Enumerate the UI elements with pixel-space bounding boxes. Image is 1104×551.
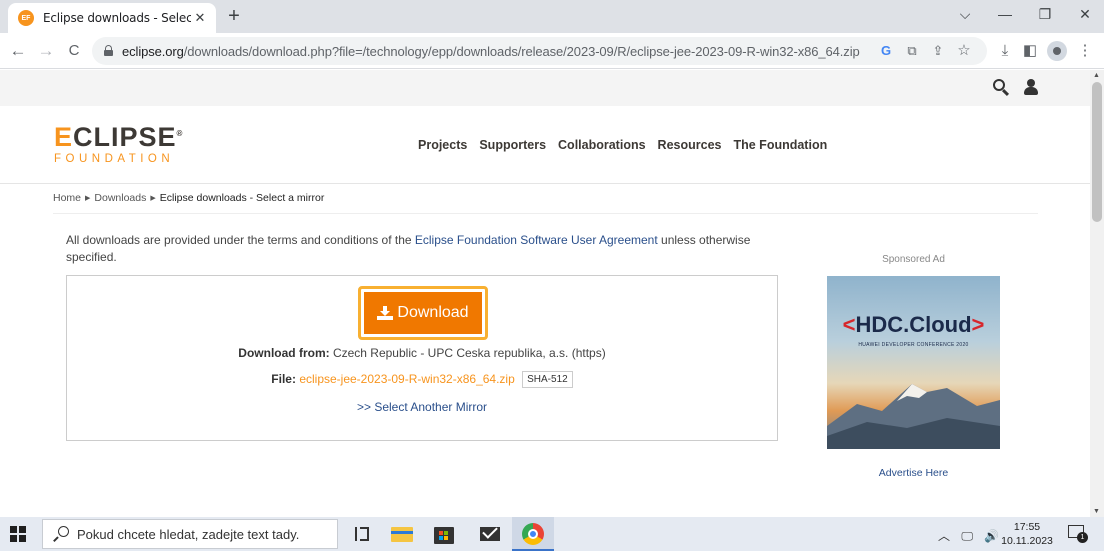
taskbar-clock[interactable]: 17:55 10.11.2023 [998, 520, 1056, 548]
breadcrumb-chevron-icon: ▶ [150, 195, 156, 202]
chrome-icon [522, 523, 544, 545]
file-explorer-icon[interactable] [390, 522, 414, 546]
nav-resources[interactable]: Resources [658, 138, 722, 152]
tab-close-icon[interactable]: ✕ [192, 10, 208, 26]
sponsored-ad-label: Sponsored Ad [882, 254, 945, 265]
scroll-up-arrow-icon[interactable]: ▲ [1093, 72, 1100, 79]
address-bar[interactable]: eclipse.org/downloads/download.php?file=… [92, 37, 987, 65]
restore-button[interactable]: ❐ [1030, 4, 1060, 24]
scrollbar-thumb[interactable] [1092, 82, 1102, 222]
microsoft-store-icon[interactable] [432, 522, 456, 546]
windows-start-icon[interactable] [10, 526, 26, 542]
task-view-icon[interactable] [350, 522, 374, 546]
share-icon[interactable]: ⇪ [930, 43, 946, 59]
notification-badge: 1 [1077, 532, 1088, 543]
nav-the-foundation[interactable]: The Foundation [733, 138, 827, 152]
profile-avatar[interactable] [1047, 41, 1067, 61]
notification-center-icon[interactable]: 1 [1068, 525, 1088, 543]
bookmark-star-icon[interactable]: ☆ [956, 41, 972, 59]
nav-projects[interactable]: Projects [418, 138, 467, 152]
download-panel: Download Download from: Czech Republic -… [66, 275, 778, 441]
system-tray-icons[interactable]: ︿ 🖵 🔊 [938, 527, 1003, 544]
ad-subtitle: HUAWEI DEVELOPER CONFERENCE 2020 [858, 342, 969, 348]
browser-tab-strip: EF Eclipse downloads - Select a mir ✕ + … [0, 0, 1104, 33]
download-mirror-info: Download from: Czech Republic - UPC Cesk… [238, 346, 606, 360]
download-button-label: Download [397, 304, 469, 321]
ad-title: <HDC.Cloud> [842, 312, 985, 337]
breadcrumb-divider [53, 213, 1038, 214]
taskbar-search-placeholder: Pokud chcete hledat, zadejte text tady. [77, 527, 300, 542]
mail-icon[interactable] [478, 522, 502, 546]
browser-toolbar: ← → C eclipse.org/downloads/download.php… [0, 33, 1104, 69]
breadcrumb-home[interactable]: Home [53, 192, 81, 204]
user-agreement-link[interactable]: Eclipse Foundation Software User Agreeme… [415, 233, 658, 247]
search-icon[interactable] [992, 78, 1010, 97]
mountain-illustration [827, 384, 1000, 449]
tab-search-chevron-icon[interactable]: ⌵ [950, 4, 980, 24]
windows-taskbar: Pokud chcete hledat, zadejte text tady. … [0, 517, 1104, 551]
breadcrumb-downloads[interactable]: Downloads [94, 192, 146, 204]
forward-arrow-icon[interactable]: → [34, 39, 58, 63]
taskbar-search-box[interactable]: Pokud chcete hledat, zadejte text tady. [42, 519, 338, 549]
minimize-button[interactable]: — [990, 4, 1020, 24]
download-file-info: File: eclipse-jee-2023-09-R-win32-x86_64… [67, 371, 777, 389]
sponsored-ad-banner[interactable]: <HDC.Cloud> HUAWEI DEVELOPER CONFERENCE … [827, 276, 1000, 449]
translate-icon[interactable]: ⧉ [904, 43, 920, 59]
site-header: ECLIPSE® FOUNDATION Projects Supporters … [0, 106, 1090, 184]
main-navigation: Projects Supporters Collaborations Resou… [418, 138, 839, 152]
user-account-icon[interactable] [1024, 79, 1038, 95]
download-button-focus-ring: Download [358, 286, 488, 340]
terms-notice: All downloads are provided under the ter… [66, 233, 751, 264]
url-text[interactable]: eclipse.org/downloads/download.php?file=… [122, 44, 860, 59]
select-another-mirror-link[interactable]: >> Select Another Mirror [67, 400, 777, 414]
download-icon [377, 306, 394, 320]
chrome-taskbar-button[interactable] [512, 517, 554, 551]
lock-icon[interactable] [104, 45, 113, 56]
new-tab-button[interactable]: + [222, 4, 246, 28]
google-lens-icon[interactable]: G [878, 43, 894, 58]
web-page: ECLIPSE® FOUNDATION Projects Supporters … [0, 70, 1090, 517]
nav-supporters[interactable]: Supporters [479, 138, 546, 152]
browser-tab[interactable]: EF Eclipse downloads - Select a mir ✕ [8, 3, 216, 33]
advertise-here-link[interactable]: Advertise Here [827, 467, 1000, 479]
tab-title: Eclipse downloads - Select a mir [43, 11, 191, 25]
utility-bar [0, 70, 1090, 106]
back-arrow-icon[interactable]: ← [6, 39, 30, 63]
breadcrumb-chevron-icon: ▶ [85, 195, 91, 202]
side-panel-icon[interactable]: ◧ [1020, 41, 1040, 61]
downloads-icon[interactable]: ⤓ [995, 41, 1015, 61]
breadcrumb-current: Eclipse downloads - Select a mirror [159, 192, 325, 204]
search-icon [53, 526, 69, 542]
eclipse-foundation-logo[interactable]: ECLIPSE® FOUNDATION [54, 120, 184, 170]
eclipse-favicon-icon: EF [18, 10, 34, 26]
chrome-menu-icon[interactable]: ⋮ [1075, 41, 1095, 61]
breadcrumb: Home ▶ Downloads ▶ Eclipse downloads - Selec… [53, 192, 324, 204]
scroll-down-arrow-icon[interactable]: ▼ [1093, 508, 1100, 515]
close-window-button[interactable]: ✕ [1070, 4, 1100, 24]
download-button[interactable]: Download [364, 292, 482, 334]
nav-collaborations[interactable]: Collaborations [558, 138, 646, 152]
file-link[interactable]: eclipse-jee-2023-09-R-win32-x86_64.zip [299, 372, 514, 386]
page-scrollbar[interactable]: ▲ ▼ [1090, 70, 1104, 517]
reload-icon[interactable]: C [62, 39, 86, 63]
sha512-button[interactable]: SHA-512 [522, 371, 573, 388]
